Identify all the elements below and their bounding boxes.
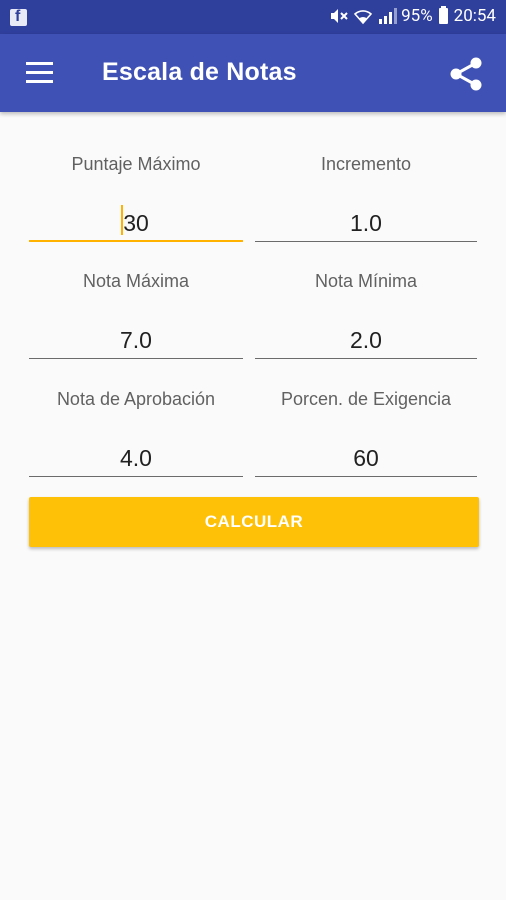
incremento-label: Incremento <box>320 154 412 174</box>
calcular-button[interactable]: CALCULAR <box>29 497 479 547</box>
nota-maxima-field: Nota Máxima <box>29 267 243 361</box>
battery-icon <box>438 6 448 24</box>
nota-maxima-label: Nota Máxima <box>82 271 190 291</box>
nota-aprobacion-label: Nota de Aprobación <box>56 389 216 409</box>
battery-percent: 95% <box>401 6 433 26</box>
mute-icon <box>331 9 348 23</box>
nota-minima-input[interactable] <box>255 323 477 359</box>
clock: 20:54 <box>453 6 496 26</box>
porcen-exigencia-input[interactable] <box>255 441 477 477</box>
nota-minima-field: Nota Mínima <box>255 267 477 361</box>
facebook-icon <box>10 8 27 26</box>
puntaje-maximo-label: Puntaje Máximo <box>71 154 201 174</box>
nota-minima-label: Nota Mínima <box>314 271 418 291</box>
porcen-exigencia-field: Porcen. de Exigencia <box>255 385 477 479</box>
puntaje-maximo-field: Puntaje Máximo <box>29 150 243 244</box>
signal-icon <box>379 8 398 24</box>
puntaje-maximo-input[interactable] <box>29 206 243 242</box>
status-bar-right: 95% 20:54 <box>329 6 496 26</box>
app-bar: Escala de Notas <box>0 34 506 112</box>
nota-maxima-input[interactable] <box>29 323 243 359</box>
app-title: Escala de Notas <box>102 58 297 86</box>
hamburger-menu-icon[interactable] <box>26 62 54 84</box>
wifi-icon <box>353 10 373 25</box>
share-icon[interactable] <box>447 54 487 94</box>
incremento-input[interactable] <box>255 206 477 242</box>
status-bar: 95% 20:54 <box>0 0 506 34</box>
porcen-exigencia-label: Porcen. de Exigencia <box>280 389 452 409</box>
nota-aprobacion-field: Nota de Aprobación <box>29 385 243 479</box>
incremento-field: Incremento <box>255 150 477 244</box>
text-cursor <box>121 205 123 235</box>
nota-aprobacion-input[interactable] <box>29 441 243 477</box>
